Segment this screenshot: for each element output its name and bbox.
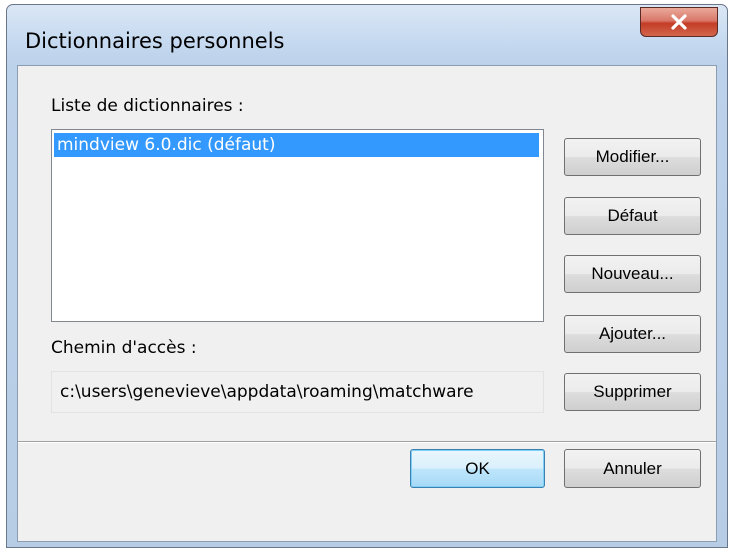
- ok-button[interactable]: OK: [410, 449, 545, 488]
- path-field[interactable]: c:\users\genevieve\appdata\roaming\match…: [51, 371, 544, 413]
- dialog-body: Liste de dictionnaires : mindview 6.0.di…: [17, 65, 717, 542]
- close-icon: [671, 14, 687, 30]
- path-label: Chemin d'accès :: [51, 338, 197, 358]
- cancel-button[interactable]: Annuler: [564, 449, 701, 488]
- dictionary-list-label: Liste de dictionnaires :: [51, 96, 244, 116]
- dictionary-listbox[interactable]: mindview 6.0.dic (défaut): [51, 129, 544, 322]
- window-title: Dictionnaires personnels: [25, 29, 285, 53]
- delete-button[interactable]: Supprimer: [564, 373, 701, 411]
- dialog-window: Dictionnaires personnels Liste de dictio…: [6, 4, 728, 548]
- close-button[interactable]: [640, 7, 718, 37]
- add-button[interactable]: Ajouter...: [564, 315, 701, 353]
- separator: [18, 441, 716, 443]
- list-item[interactable]: mindview 6.0.dic (défaut): [54, 133, 539, 157]
- title-bar[interactable]: Dictionnaires personnels: [7, 5, 727, 69]
- new-button[interactable]: Nouveau...: [564, 255, 701, 293]
- default-button[interactable]: Défaut: [564, 197, 701, 235]
- modify-button[interactable]: Modifier...: [564, 138, 701, 176]
